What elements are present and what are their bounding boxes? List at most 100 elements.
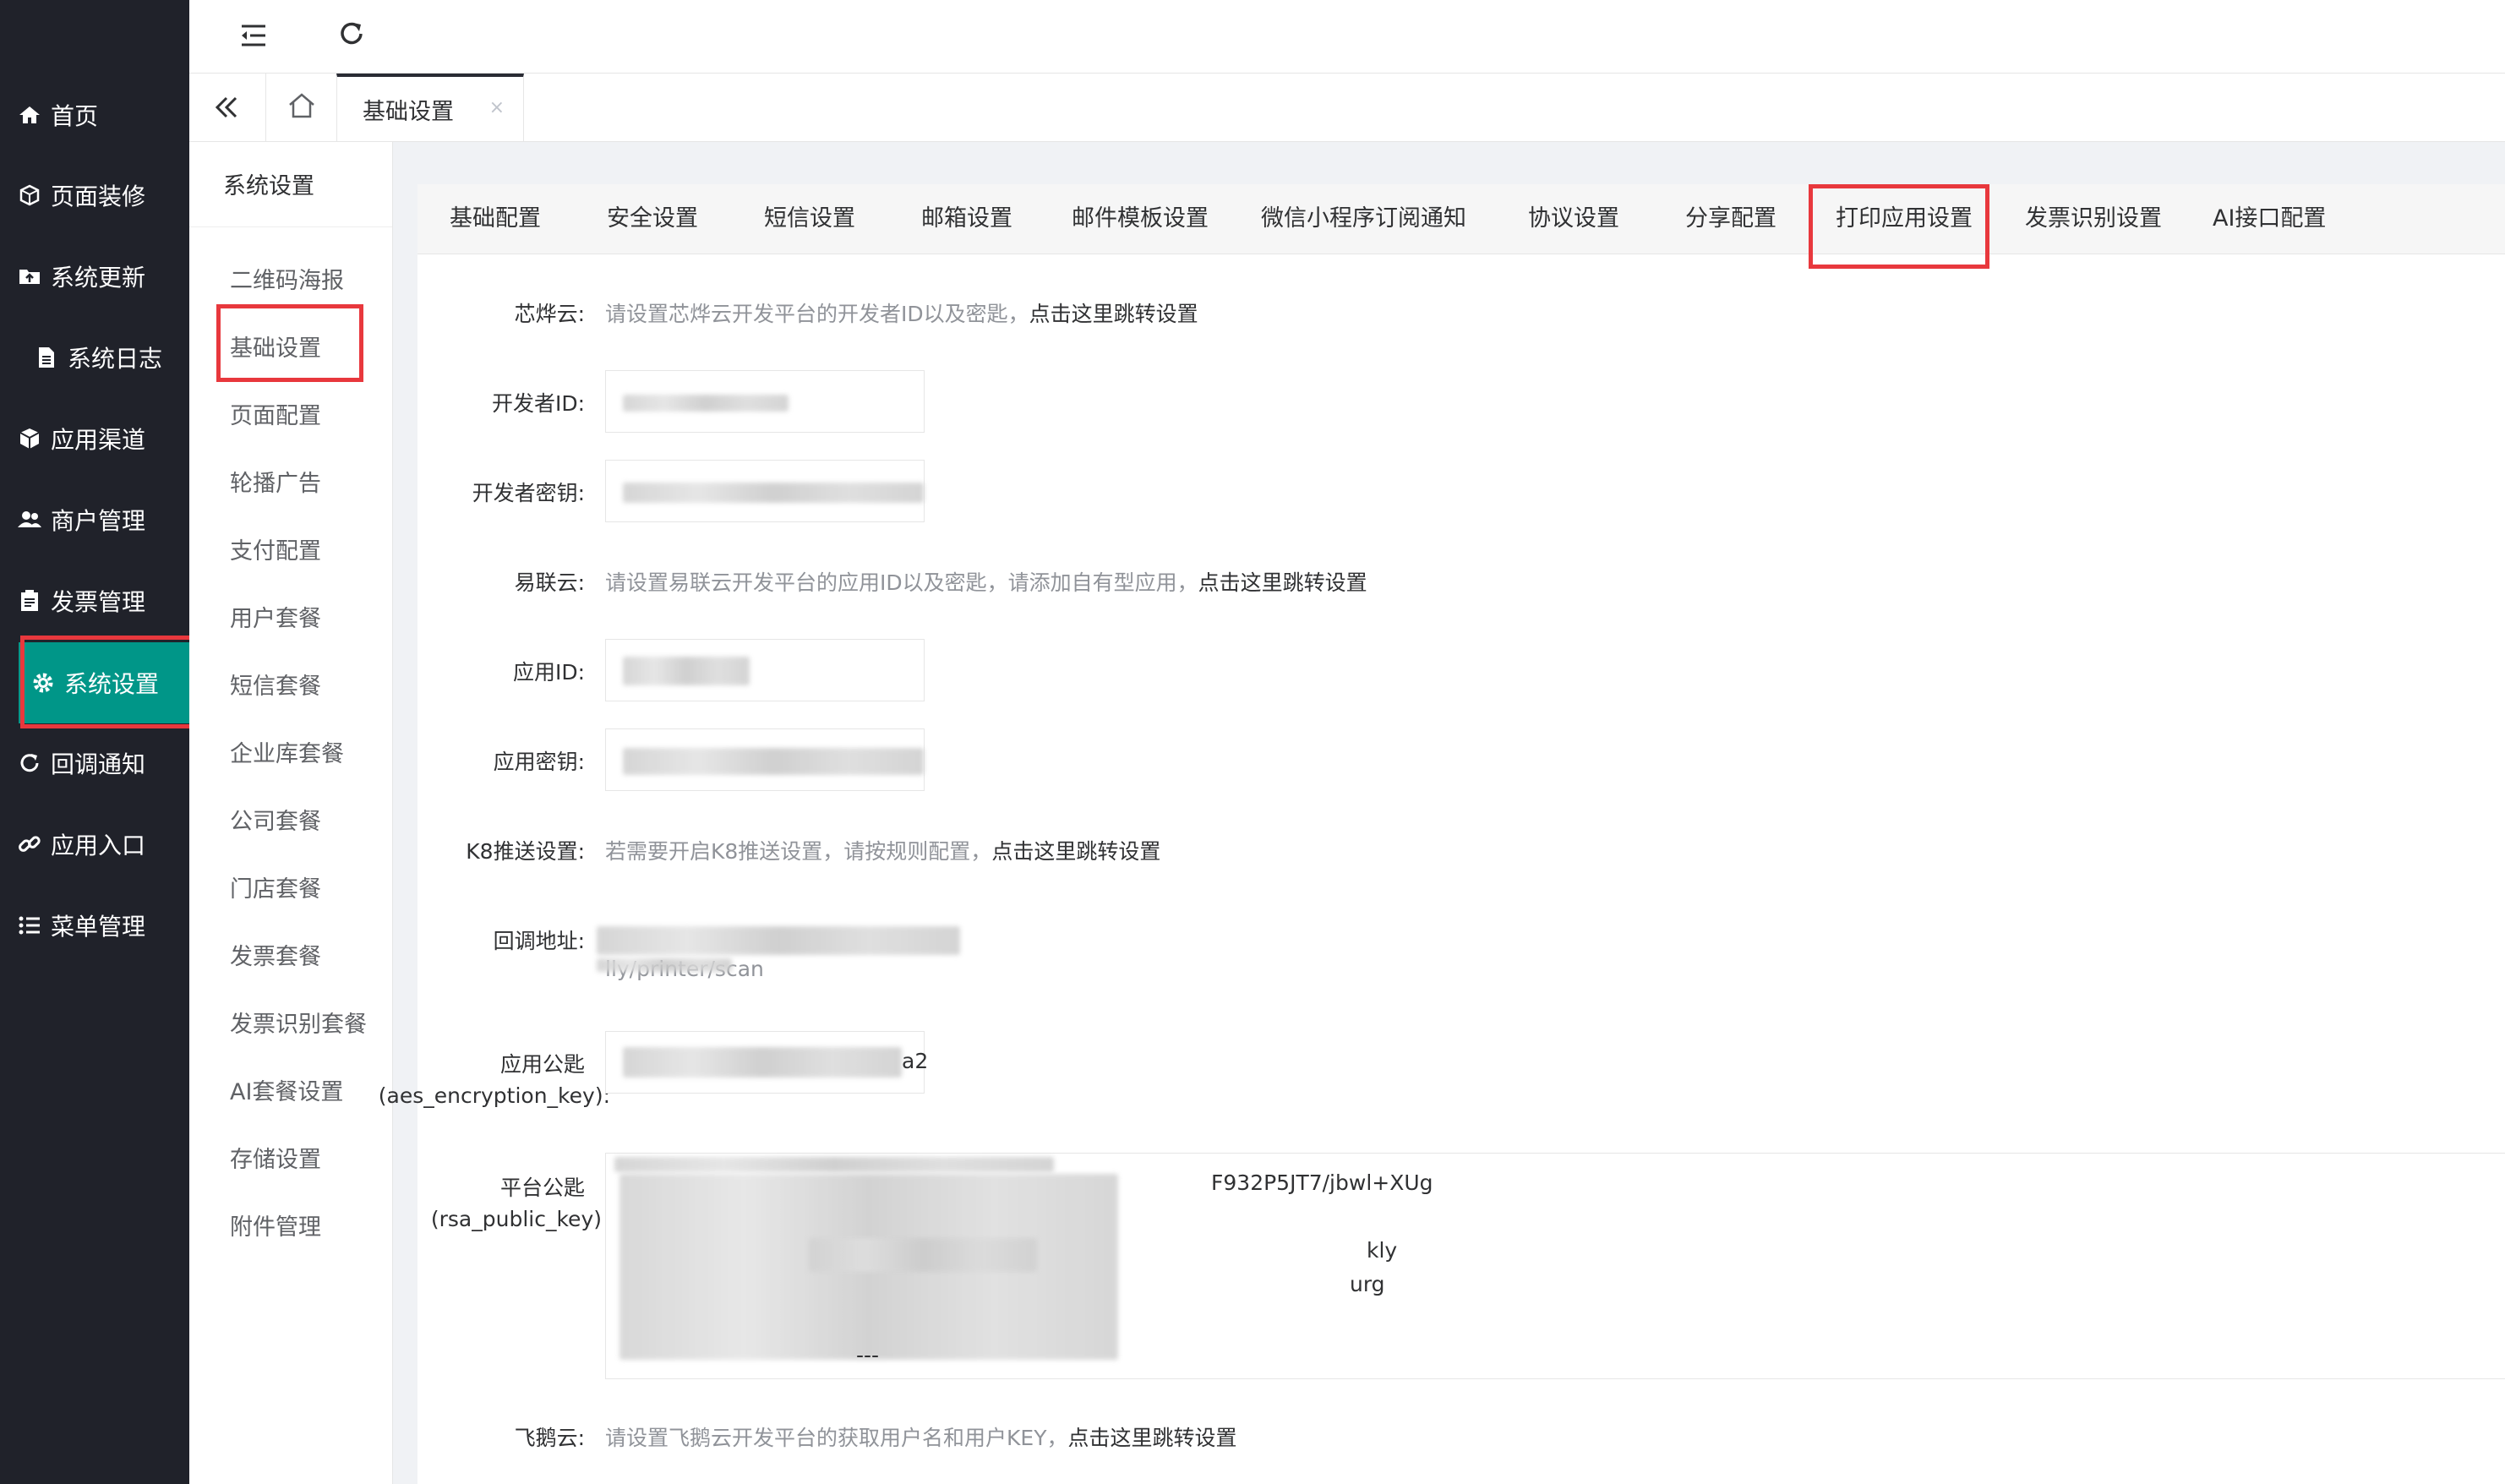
submenu-item-store-package[interactable]: 门店套餐 [230, 870, 321, 903]
app-id-label: 应用ID: [512, 660, 585, 685]
nav-item-callback[interactable]: 回调通知 [0, 723, 189, 804]
nav-item-home[interactable]: 首页 [0, 74, 189, 155]
rsa-line3-tail: kly [1367, 1238, 1398, 1263]
k8-setup-link[interactable]: 点击这里跳转设置 [991, 839, 1160, 864]
submenu-item-basic-settings[interactable]: 基础设置 [230, 330, 321, 363]
nav-label: 应用入口 [51, 832, 146, 859]
divider [189, 226, 392, 227]
submenu-item-qrcode-poster[interactable]: 二维码海报 [230, 262, 344, 295]
app-key-label: 应用密钥: [493, 750, 585, 774]
submenu-item-user-package[interactable]: 用户套餐 [230, 600, 321, 633]
tab-agreement[interactable]: 协议设置 [1528, 184, 1619, 254]
tab-share[interactable]: 分享配置 [1685, 184, 1776, 254]
link-icon [17, 832, 42, 857]
dev-id-label: 开发者ID: [491, 391, 585, 416]
nav-item-system-settings[interactable]: 系统设置 [19, 642, 191, 723]
feie-label: 飞鹅云: [514, 1426, 585, 1450]
nav-label: 菜单管理 [51, 913, 146, 941]
yilian-hint: 请设置易联云开发平台的应用ID以及密匙，请添加自有型应用，点击这里跳转设置 [605, 566, 1367, 597]
settings-submenu: 系统设置 二维码海报 基础设置 页面配置 轮播广告 支付配置 用户套餐 短信套餐… [189, 142, 393, 1484]
redacted-value [623, 748, 924, 775]
nav-item-app-channel[interactable]: 应用渠道 [0, 398, 189, 479]
gear-icon [30, 670, 56, 696]
rsa-line6-tail: --- [856, 1343, 880, 1367]
callback-label: 回调地址: [493, 929, 585, 953]
tab-email-template[interactable]: 邮件模板设置 [1072, 184, 1209, 254]
tab-print-app[interactable]: 打印应用设置 [1836, 184, 1973, 254]
redacted-value [809, 1238, 1037, 1272]
nav-item-app-entry[interactable]: 应用入口 [0, 804, 189, 885]
submenu-item-company-package[interactable]: 公司套餐 [230, 803, 321, 836]
hint-text: 若需要开启K8推送设置，请按规则配置， [605, 839, 992, 864]
tab-basic-config[interactable]: 基础配置 [450, 184, 541, 254]
tab-security[interactable]: 安全设置 [607, 184, 698, 254]
app-id-input[interactable] [605, 639, 925, 701]
tab-sms[interactable]: 短信设置 [764, 184, 855, 254]
nav-label: 商户管理 [51, 507, 146, 535]
submenu-item-invoice-ocr-package[interactable]: 发票识别套餐 [230, 1006, 367, 1039]
nav-item-merchant[interactable]: 商户管理 [0, 479, 189, 560]
nav-label: 系统设置 [64, 670, 160, 698]
submenu-item-storage-settings[interactable]: 存储设置 [230, 1141, 321, 1174]
submenu-item-carousel-ads[interactable]: 轮播广告 [230, 465, 321, 498]
home-tab[interactable] [265, 74, 337, 141]
main-sidebar: 首页 页面装修 系统更新 系统日志 应用渠道 商户管理 发票管理 系统设置 回调… [0, 0, 203, 1484]
redacted-value [623, 483, 924, 503]
nav-label: 首页 [51, 102, 99, 130]
hint-text: 请设置芯烨云开发平台的开发者ID以及密匙， [605, 302, 1029, 326]
dev-key-input[interactable] [605, 460, 925, 522]
submenu-item-attachments[interactable]: 附件管理 [230, 1208, 321, 1241]
tab-email[interactable]: 邮箱设置 [921, 184, 1012, 254]
app-key-input[interactable] [605, 728, 925, 791]
rsa-line1-tail: F932P5JT7/jbwl+XUg [1211, 1170, 1433, 1195]
submenu-item-ai-package[interactable]: AI套餐设置 [230, 1073, 343, 1106]
refresh-page-icon[interactable] [335, 17, 368, 51]
folder-icon [17, 264, 42, 289]
nav-item-invoice[interactable]: 发票管理 [0, 560, 189, 641]
submenu-item-payment-config[interactable]: 支付配置 [230, 532, 321, 565]
nav-label: 页面装修 [51, 183, 146, 210]
hint-text: 请设置易联云开发平台的应用ID以及密匙，请添加自有型应用， [605, 570, 1198, 595]
aes-key-label: 应用公匙 [499, 1052, 585, 1077]
double-chevron-left-icon[interactable] [206, 87, 247, 128]
tab-invoice-ocr[interactable]: 发票识别设置 [2025, 184, 2162, 254]
xinye-label: 芯烨云: [514, 302, 585, 326]
aes-key-input[interactable]: a2 [605, 1031, 928, 1094]
submenu-item-sms-package[interactable]: 短信套餐 [230, 668, 321, 701]
nav-label: 系统更新 [51, 264, 146, 292]
redacted-callback-url-line1 [597, 926, 960, 955]
redacted-callback-url-line2 [597, 958, 732, 972]
tab-label: 基础设置 [363, 98, 454, 125]
xinye-hint: 请设置芯烨云开发平台的开发者ID以及密匙，点击这里跳转设置 [605, 297, 1198, 328]
redacted-value [623, 657, 750, 685]
tab-basic-settings[interactable]: 基础设置 × [336, 74, 524, 141]
k8-hint: 若需要开启K8推送设置，请按规则配置，点击这里跳转设置 [605, 835, 1160, 865]
tab-ai-api[interactable]: AI接口配置 [2213, 184, 2326, 254]
dev-id-input[interactable] [605, 370, 925, 433]
rsa-key-textarea[interactable]: F932P5JT7/jbwl+XUg kly urg --- [605, 1153, 2505, 1379]
submenu-item-enterprise-package[interactable]: 企业库套餐 [230, 735, 344, 768]
k8-label: K8推送设置: [466, 839, 585, 864]
nav-item-system-log[interactable]: 系统日志 [0, 317, 189, 398]
submenu-item-page-config[interactable]: 页面配置 [230, 397, 321, 430]
nav-item-menu-manage[interactable]: 菜单管理 [0, 885, 189, 966]
xinye-setup-link[interactable]: 点击这里跳转设置 [1029, 302, 1198, 326]
collapse-menu-icon[interactable] [237, 19, 270, 52]
feie-hint: 请设置飞鹅云开发平台的获取用户名和用户KEY，点击这里跳转设置 [605, 1421, 1236, 1452]
aes-key-label-sub: (aes_encryption_key): [378, 1083, 610, 1108]
settings-tabs: 基础配置 安全设置 短信设置 邮箱设置 邮件模板设置 微信小程序订阅通知 协议设… [418, 184, 2505, 254]
document-icon [34, 345, 59, 370]
yilian-setup-link[interactable]: 点击这里跳转设置 [1198, 570, 1367, 595]
close-icon[interactable]: × [489, 97, 505, 118]
nav-label: 系统日志 [68, 345, 163, 373]
submenu-item-invoice-package[interactable]: 发票套餐 [230, 938, 321, 971]
tab-wechat-subscribe[interactable]: 微信小程序订阅通知 [1261, 184, 1466, 254]
hint-text: 请设置飞鹅云开发平台的获取用户名和用户KEY， [605, 1426, 1068, 1450]
nav-item-system-update[interactable]: 系统更新 [0, 236, 189, 317]
submenu-title: 系统设置 [223, 173, 314, 199]
rsa-key-label: 平台公匙 [499, 1176, 585, 1200]
users-icon [17, 507, 42, 532]
yilian-label: 易联云: [514, 570, 585, 595]
nav-item-page-decoration[interactable]: 页面装修 [0, 155, 189, 236]
feie-setup-link[interactable]: 点击这里跳转设置 [1067, 1426, 1236, 1450]
